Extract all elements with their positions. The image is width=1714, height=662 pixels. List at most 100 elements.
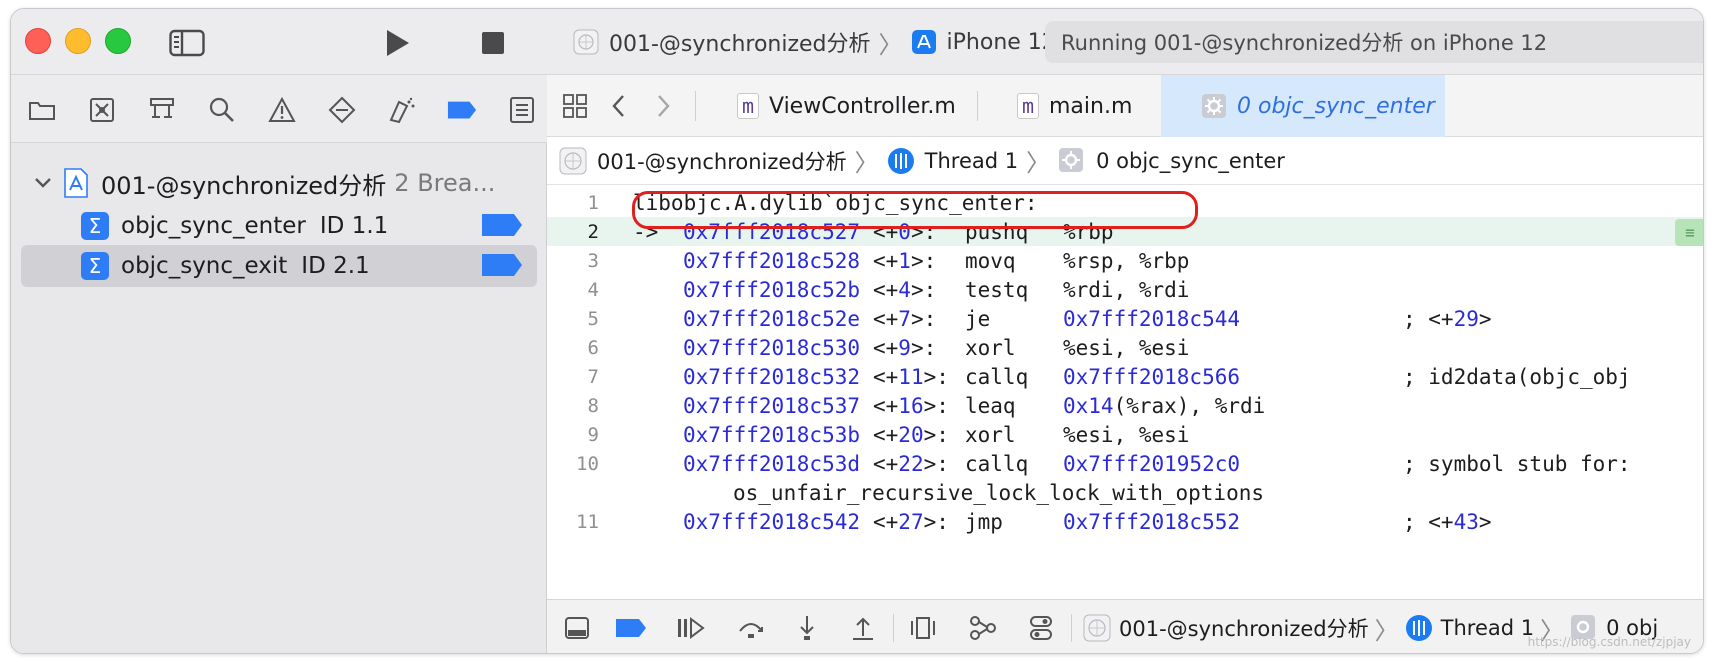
tab-main[interactable]: m main.m <box>1017 75 1132 137</box>
sidebar-icon[interactable] <box>169 29 205 57</box>
project-icon[interactable] <box>559 147 587 175</box>
back-arrow-icon[interactable] <box>605 89 633 123</box>
comment-text: ; symbol stub for: <box>1403 451 1631 476</box>
report-icon[interactable] <box>507 95 537 125</box>
operand-text: %esi, %esi <box>1063 335 1190 360</box>
device-icon <box>911 29 937 55</box>
debug-project[interactable]: 001-@synchronized分析 <box>1119 613 1369 643</box>
comment-text: ; <+ <box>1403 306 1454 331</box>
view-debugger-icon[interactable] <box>907 612 939 644</box>
offset-prefix: <+ <box>873 335 899 360</box>
instruction-address: 0x7fff2018c53d <box>683 451 861 476</box>
debug-divider <box>893 614 894 642</box>
code-line: 7 0x7fff2018c532 <+11>: callq 0x7fff2018c566… <box>547 362 1703 391</box>
instruction-opcode: pushq <box>965 219 1029 244</box>
tab-label: 0 objc_sync_enter <box>1237 93 1435 119</box>
instruction-opcode: xorl <box>965 422 1016 447</box>
step-out-icon[interactable] <box>847 612 879 644</box>
instruction-address: 0x7fff2018c52b <box>683 277 861 302</box>
comment-suffix: > <box>1478 306 1492 331</box>
operand-number: 0x14 <box>1063 393 1114 418</box>
offset-value: 22 <box>898 451 924 476</box>
breakpoint-name: objc_sync_exit <box>121 253 288 279</box>
symbol-label: libobjc.A.dylib`objc_sync_enter: <box>633 190 1038 215</box>
instruction-operands: %esi, %esi <box>1063 423 1403 447</box>
offset-suffix: >: <box>923 451 949 476</box>
step-over-icon[interactable] <box>735 612 767 644</box>
line-number: 2 <box>587 220 599 243</box>
jump-project[interactable]: 001-@synchronized分析 <box>597 146 847 176</box>
test-icon[interactable] <box>327 95 357 125</box>
zoom-window-button[interactable] <box>105 28 131 54</box>
instruction-address: 0x7fff2018c530 <box>683 335 861 360</box>
chevron-down-icon[interactable] <box>31 171 55 195</box>
play-icon[interactable] <box>379 27 415 59</box>
scheme-selector[interactable]: 001-@synchronized分析 〉 iPhone 12 <box>573 23 1056 61</box>
symbolic-breakpoint-icon: Σ <box>81 252 109 280</box>
debug-icon[interactable] <box>387 95 417 125</box>
code-line-label: 1 libobjc.A.dylib`objc_sync_enter: <box>547 188 1703 217</box>
debug-divider <box>1071 614 1072 642</box>
code-line: 9 0x7fff2018c53b <+20>: xorl %esi, %esi <box>547 420 1703 449</box>
close-window-button[interactable] <box>25 28 51 54</box>
breakpoint-flag-icon[interactable] <box>481 253 523 277</box>
folder-icon[interactable] <box>27 95 57 125</box>
offset-prefix: <+ <box>873 509 899 534</box>
watermark: https://blog.csdn.net/zjpjay <box>1527 635 1691 649</box>
breakpoint-flag-icon[interactable] <box>481 213 523 237</box>
source-control-icon[interactable] <box>87 95 117 125</box>
offset-prefix: <+ <box>873 306 899 331</box>
breakpoint-row[interactable]: Σ objc_sync_enter ID 1.1 <box>21 205 537 247</box>
chevron-right-icon: 〉 <box>1374 616 1399 645</box>
grid-layout-icon[interactable] <box>559 89 591 123</box>
offset-value: 20 <box>898 422 924 447</box>
breakpoint-group[interactable]: 001-@synchronized分析 2 Brea... <box>31 163 541 203</box>
instruction-opcode: xorl <box>965 335 1016 360</box>
tab-viewcontroller[interactable]: m ViewController.m <box>737 75 956 137</box>
debug-thread[interactable]: Thread 1 <box>1441 616 1534 640</box>
tab-objc-sync-enter[interactable]: 0 objc_sync_enter <box>1161 75 1445 137</box>
instruction-opcode: je <box>965 306 991 331</box>
offset-value: 7 <box>898 306 911 331</box>
disassembly-editor[interactable]: 1 libobjc.A.dylib`objc_sync_enter: 2 -> 0x… <box>547 186 1703 599</box>
memory-graph-icon[interactable] <box>967 612 999 644</box>
instruction-address: 0x7fff2018c537 <box>683 393 861 418</box>
activity-status: Running 001-@synchronized分析 on iPhone 12 <box>1045 21 1703 63</box>
hide-debug-area-icon[interactable] <box>561 612 593 644</box>
breakpoints-toggle-icon[interactable] <box>615 612 647 644</box>
offset-value: 9 <box>898 335 911 360</box>
offset-value: 16 <box>898 393 924 418</box>
code-line: 8 0x7fff2018c537 <+16>: leaq 0x14(%rax), %rd… <box>547 391 1703 420</box>
step-into-icon[interactable] <box>791 612 823 644</box>
project-icon[interactable] <box>1083 614 1111 642</box>
stop-icon[interactable] <box>479 29 507 57</box>
forward-arrow-icon[interactable] <box>649 89 677 123</box>
operand-number: 0x7fff2018c544 <box>1063 306 1241 331</box>
search-icon[interactable] <box>207 95 237 125</box>
continue-icon[interactable] <box>675 612 707 644</box>
jump-frame[interactable]: 0 objc_sync_enter <box>1096 149 1285 173</box>
offset-value: 4 <box>898 277 911 302</box>
offset-value: 0 <box>898 219 911 244</box>
offset-prefix: <+ <box>873 277 899 302</box>
offset-suffix: >: <box>923 364 949 389</box>
comment-number: 29 <box>1453 306 1479 331</box>
warning-icon[interactable] <box>267 95 297 125</box>
minimize-window-button[interactable] <box>65 28 91 54</box>
offset-suffix: >: <box>923 393 949 418</box>
breakpoint-row[interactable]: Σ objc_sync_exit ID 2.1 <box>21 245 537 287</box>
offset-prefix: <+ <box>873 393 899 418</box>
line-number: 10 <box>576 452 599 475</box>
line-number: 3 <box>587 249 599 272</box>
symbol-icon[interactable] <box>147 95 177 125</box>
breakpoint-icon[interactable] <box>447 95 477 125</box>
jump-thread[interactable]: Thread 1 <box>925 149 1018 173</box>
editor-tab-bar: m ViewController.m m main.m 0 objc_sync_… <box>547 75 1703 137</box>
window-toolbar <box>11 9 547 75</box>
instruction-comment: ; <+29> <box>1403 307 1492 331</box>
chevron-right-icon: 〉 <box>878 30 903 59</box>
code-line: 10 0x7fff2018c53d <+22>: callq 0x7fff201952c… <box>547 449 1703 478</box>
environment-override-icon[interactable] <box>1025 612 1057 644</box>
line-number: 11 <box>576 510 599 533</box>
line-number: 1 <box>587 191 599 214</box>
